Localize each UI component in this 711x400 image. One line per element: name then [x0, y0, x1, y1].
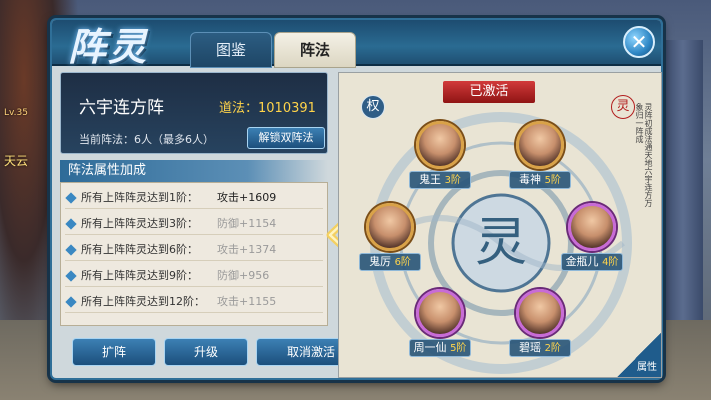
attribute-corner-button[interactable]: 属性	[617, 333, 661, 377]
hero-slot-guili[interactable]: 鬼厉 6阶	[359, 203, 421, 277]
hero-level: 3阶	[444, 175, 461, 186]
attribute-value: 攻击+1374	[217, 243, 277, 256]
hero-label: 碧瑶 2阶	[509, 339, 571, 357]
diamond-bullet-icon	[65, 218, 77, 230]
attribute-value: 防御+956	[217, 269, 270, 282]
avatar	[416, 121, 464, 169]
hero-slot-biyao[interactable]: 碧瑶 2阶	[509, 289, 571, 363]
attribute-condition: 所有上阵阵灵达到6阶：	[81, 243, 198, 256]
attribute-row: 所有上阵阵灵达到9阶： 防御+956	[65, 265, 323, 287]
hero-name: 周一仙	[413, 341, 447, 354]
attribute-row: 所有上阵阵灵达到12阶： 攻击+1155	[65, 291, 323, 313]
attribute-row: 所有上阵阵灵达到1阶： 攻击+1609	[65, 187, 323, 209]
hero-slot-zhouyixian[interactable]: 周一仙 5阶	[409, 289, 471, 363]
hero-label: 周一仙 5阶	[409, 339, 471, 357]
hud-level-badge: Lv.35	[4, 108, 28, 118]
hero-label: 鬼王 3阶	[409, 171, 471, 189]
hero-slot-jinpinger[interactable]: 金瓶儿 4阶	[561, 203, 623, 277]
formation-spirit-window: 阵灵 图鉴 阵法 ✕ 六宇连方阵 道法：1010391 当前阵法：6人（最多6人…	[50, 18, 663, 380]
hero-slot-dushen[interactable]: 毒神 5阶	[509, 121, 571, 195]
hero-label: 金瓶儿 4阶	[561, 253, 623, 271]
hero-name: 鬼王	[419, 173, 442, 186]
avatar	[516, 289, 564, 337]
unlock-dual-formation-button[interactable]: 解锁双阵法	[247, 127, 325, 149]
attribute-list: 所有上阵阵灵达到1阶： 攻击+1609 所有上阵阵灵达到3阶： 防御+1154 …	[60, 182, 328, 326]
window-title: 阵灵	[68, 24, 149, 69]
hero-level: 2阶	[544, 343, 561, 354]
close-icon: ✕	[630, 30, 648, 54]
formation-board: 灵 已激活 权 灵 灵阵初成法通天地六宇连方万象归一阵成 鬼王 3阶 毒神 5阶…	[338, 72, 662, 378]
attribute-condition: 所有上阵阵灵达到3阶：	[81, 217, 198, 230]
attribute-value: 攻击+1609	[217, 191, 277, 204]
upgrade-button[interactable]: 升级	[164, 338, 248, 366]
hero-level: 4阶	[602, 257, 619, 268]
close-button[interactable]: ✕	[623, 26, 655, 58]
left-panel: 六宇连方阵 道法：1010391 当前阵法：6人（最多6人） 解锁双阵法 阵法属…	[60, 72, 366, 374]
current-formation-count: 当前阵法：6人（最多6人）	[79, 133, 214, 146]
attribute-value: 攻击+1155	[217, 295, 277, 308]
attribute-row: 所有上阵阵灵达到3阶： 防御+1154	[65, 213, 323, 235]
diamond-bullet-icon	[65, 244, 77, 256]
hero-name: 金瓶儿	[565, 255, 599, 268]
attribute-value: 防御+1154	[217, 217, 277, 230]
hero-name: 鬼厉	[369, 255, 392, 268]
attribute-corner-label: 属性	[637, 362, 657, 373]
hero-name: 碧瑶	[519, 341, 542, 354]
hero-level: 5阶	[544, 175, 561, 186]
hero-level: 5阶	[450, 343, 467, 354]
attribute-condition: 所有上阵阵灵达到1阶：	[81, 191, 198, 204]
diamond-bullet-icon	[65, 192, 77, 204]
hero-label: 鬼厉 6阶	[359, 253, 421, 271]
avatar	[416, 289, 464, 337]
formation-name: 六宇连方阵	[79, 98, 164, 118]
attribute-bonus-header: 阵法属性加成	[60, 160, 328, 182]
expand-formation-button[interactable]: 扩阵	[72, 338, 156, 366]
dao-label: 道法：	[219, 101, 259, 116]
left-seal: 权	[361, 95, 385, 119]
activated-status-banner: 已激活	[443, 81, 535, 103]
avatar	[516, 121, 564, 169]
dao-stat: 道法：1010391	[219, 97, 316, 116]
avatar	[568, 203, 616, 251]
hero-slot-guiwang[interactable]: 鬼王 3阶	[409, 121, 471, 195]
attribute-row: 所有上阵阵灵达到6阶： 攻击+1374	[65, 239, 323, 261]
diamond-bullet-icon	[65, 270, 77, 282]
window-titlebar: 阵灵 图鉴 阵法 ✕	[52, 20, 661, 69]
hud-player-name: 天云	[4, 154, 29, 168]
hero-level: 6阶	[394, 257, 411, 268]
attribute-condition: 所有上阵阵灵达到12阶：	[81, 295, 205, 308]
formation-summary: 六宇连方阵 道法：1010391 当前阵法：6人（最多6人） 解锁双阵法	[60, 72, 328, 154]
hero-label: 毒神 5阶	[509, 171, 571, 189]
dao-value: 1010391	[258, 101, 316, 116]
attribute-condition: 所有上阵阵灵达到9阶：	[81, 269, 198, 282]
avatar	[366, 203, 414, 251]
hero-name: 毒神	[519, 173, 542, 186]
tab-codex[interactable]: 图鉴	[190, 32, 272, 68]
calligraphy-text: 灵阵初成法通天地六宇连方万象归一阵成	[635, 103, 653, 207]
center-spirit-glyph: 灵	[474, 213, 527, 273]
diamond-bullet-icon	[65, 296, 77, 308]
tab-formation[interactable]: 阵法	[274, 32, 356, 68]
